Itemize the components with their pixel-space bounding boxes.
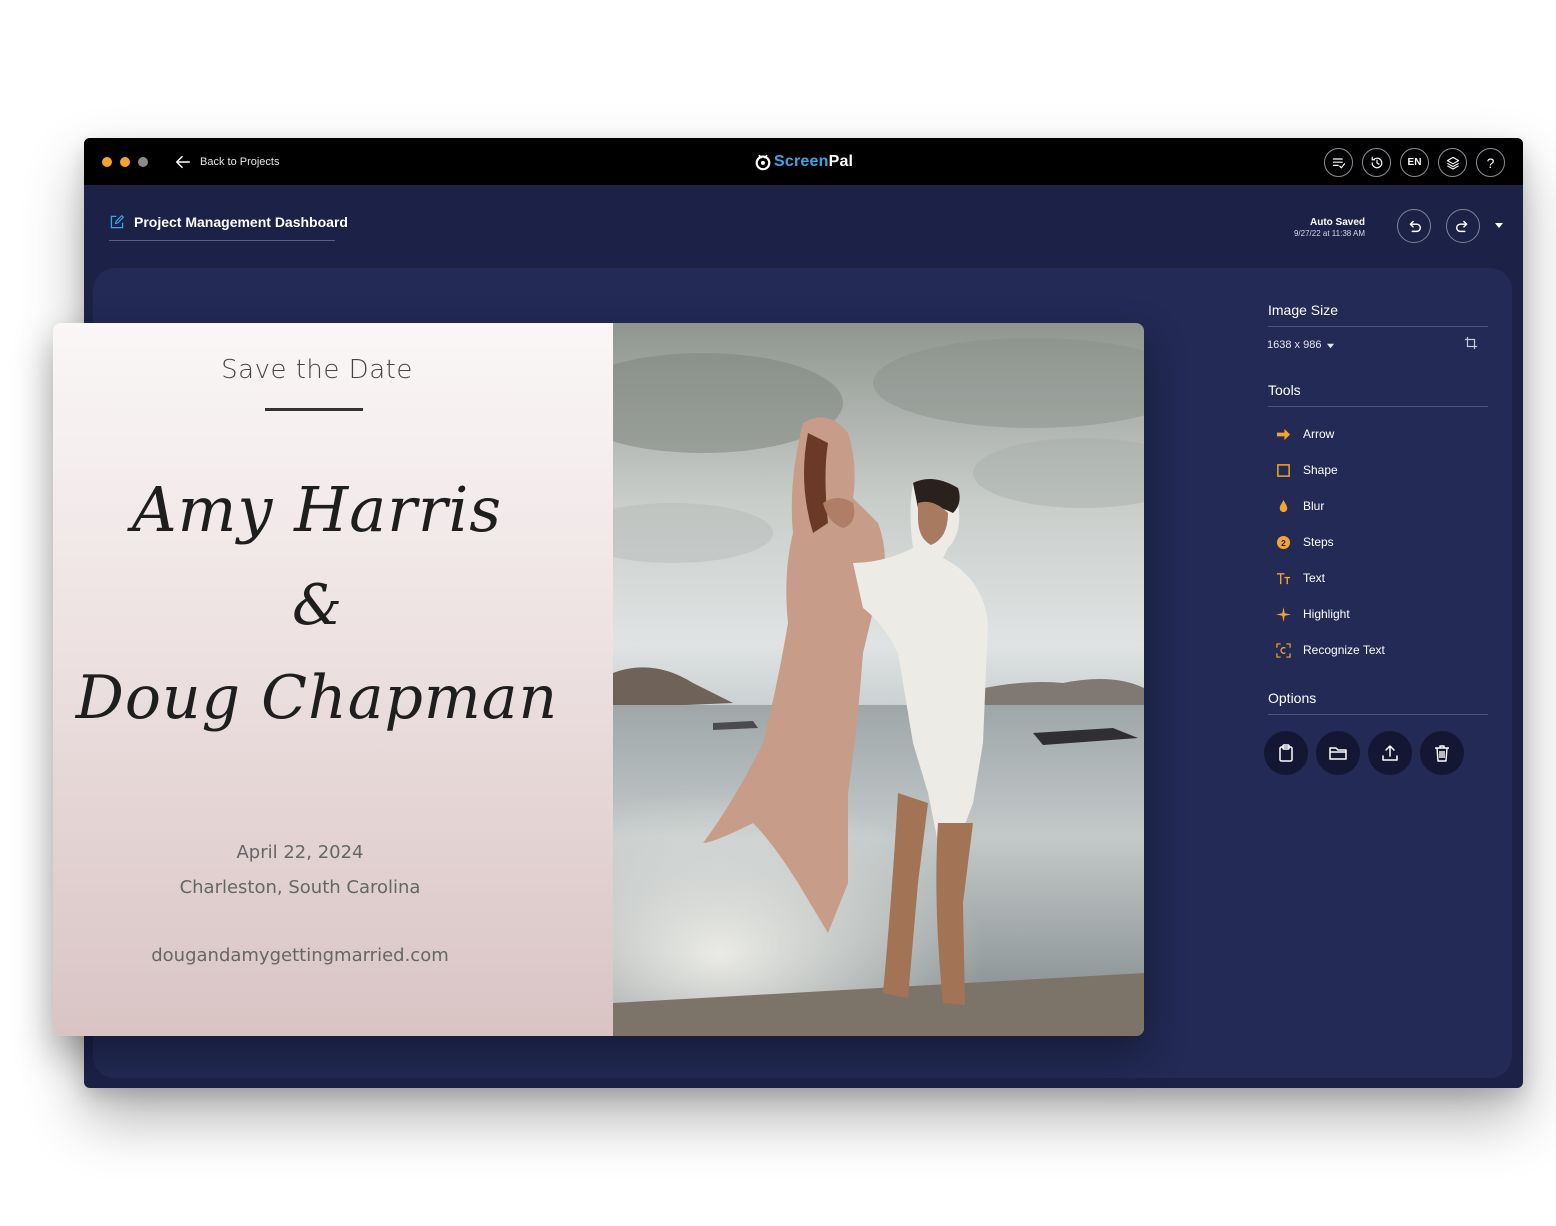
tool-label: Steps [1303,535,1334,549]
undo-icon [1409,220,1422,233]
close-window-dot[interactable] [102,157,112,167]
invitation-date: April 22, 2024 [236,842,364,863]
zoom-window-dot[interactable] [138,157,148,167]
chevron-down-icon [1327,343,1335,348]
checklist-button[interactable] [1324,148,1353,177]
couple-photo [613,323,1144,1036]
tool-label: Blur [1303,499,1325,513]
options-heading: Options [1268,690,1317,706]
redo-button[interactable] [1446,209,1480,243]
clipboard-icon [1279,744,1293,762]
screenpal-logo: ScreenPal [754,150,853,174]
language-button[interactable]: EN [1400,148,1429,177]
upload-button[interactable] [1368,731,1412,775]
invitation-ampersand: & [292,573,342,638]
history-icon [1371,156,1382,168]
crop-icon[interactable] [1464,336,1478,350]
chevron-down-icon [1495,223,1503,228]
divider [1268,406,1488,407]
autosave-time: 9/27/22 at 11:38 AM [1293,229,1365,238]
invitation-name-1: Amy Harris [131,473,503,546]
right-panel: Image Size 1638 x 986 Tools Arrow Shape … [1264,302,1488,775]
history-button[interactable] [1362,148,1391,177]
tool-highlight[interactable]: Highlight [1268,596,1488,632]
invitation-website: dougandamygettingmarried.com [151,945,449,966]
steps-icon: 2 [1276,535,1291,549]
couple-photo-image [613,323,1144,1036]
heading-rule [265,408,363,411]
autosave-label: Auto Saved [1309,217,1365,228]
invitation-text-panel: Save the Date Amy Harris & Doug Chapman … [53,323,613,1036]
svg-text:2: 2 [1281,537,1286,547]
edit-icon [110,215,124,229]
trash-icon [1435,745,1449,762]
arrow-left-icon [175,155,191,169]
logo-text-pal: Pal [828,153,854,170]
blur-icon [1279,499,1288,512]
tool-text[interactable]: Text [1268,560,1488,596]
shape-icon [1277,463,1290,477]
tool-arrow[interactable]: Arrow [1268,416,1488,452]
invitation-name-2: Doug Chapman [75,663,559,733]
tool-recognize-text[interactable]: Recognize Text [1268,632,1488,668]
autosave-status: Auto Saved 9/27/22 at 11:38 AM [1274,217,1365,238]
recognize-text-icon [1276,642,1291,658]
image-size-heading: Image Size [1268,302,1339,318]
folder-icon [1329,747,1347,760]
arrow-icon [1276,428,1291,440]
title-underline [109,240,335,241]
tool-steps[interactable]: 2 Steps [1268,524,1488,560]
divider [1268,714,1488,715]
logo-text-screen: Screen [774,153,829,170]
image-size-dropdown[interactable]: 1638 x 986 [1267,339,1335,351]
back-to-projects-link[interactable]: Back to Projects [174,152,279,172]
more-dropdown-button[interactable] [1492,218,1506,232]
delete-button[interactable] [1420,731,1464,775]
upload-icon [1382,745,1398,761]
project-title-field[interactable]: Project Management Dashboard [109,214,348,230]
titlebar: Back to Projects ScreenPal EN ? [84,138,1523,185]
project-title: Project Management Dashboard [134,214,348,230]
checklist-icon [1332,157,1345,168]
tool-blur[interactable]: Blur [1268,488,1488,524]
copy-to-clipboard-button[interactable] [1264,731,1308,775]
redo-icon [1455,220,1468,233]
screenpal-logo-icon [755,154,771,171]
tool-label: Shape [1303,463,1338,477]
layers-button[interactable] [1438,148,1467,177]
open-folder-button[interactable] [1316,731,1360,775]
tool-label: Text [1303,571,1326,585]
highlight-icon [1276,606,1291,622]
tool-label: Highlight [1303,607,1350,621]
tool-label: Recognize Text [1303,643,1385,657]
tools-heading: Tools [1268,382,1301,398]
text-icon [1276,572,1291,584]
image-size-value: 1638 x 986 [1267,339,1322,351]
edited-image-canvas[interactable]: Save the Date Amy Harris & Doug Chapman … [53,323,1144,1036]
editor-header: Project Management Dashboard Auto Saved … [84,185,1523,268]
tool-label: Arrow [1303,427,1335,441]
tool-shape[interactable]: Shape [1268,452,1488,488]
back-label: Back to Projects [200,156,280,168]
invitation-heading: Save the Date [221,355,413,385]
help-button[interactable]: ? [1476,148,1505,177]
undo-button[interactable] [1397,209,1431,243]
minimize-window-dot[interactable] [120,157,130,167]
layers-icon [1446,156,1459,170]
invitation-location: Charleston, South Carolina [179,877,421,898]
